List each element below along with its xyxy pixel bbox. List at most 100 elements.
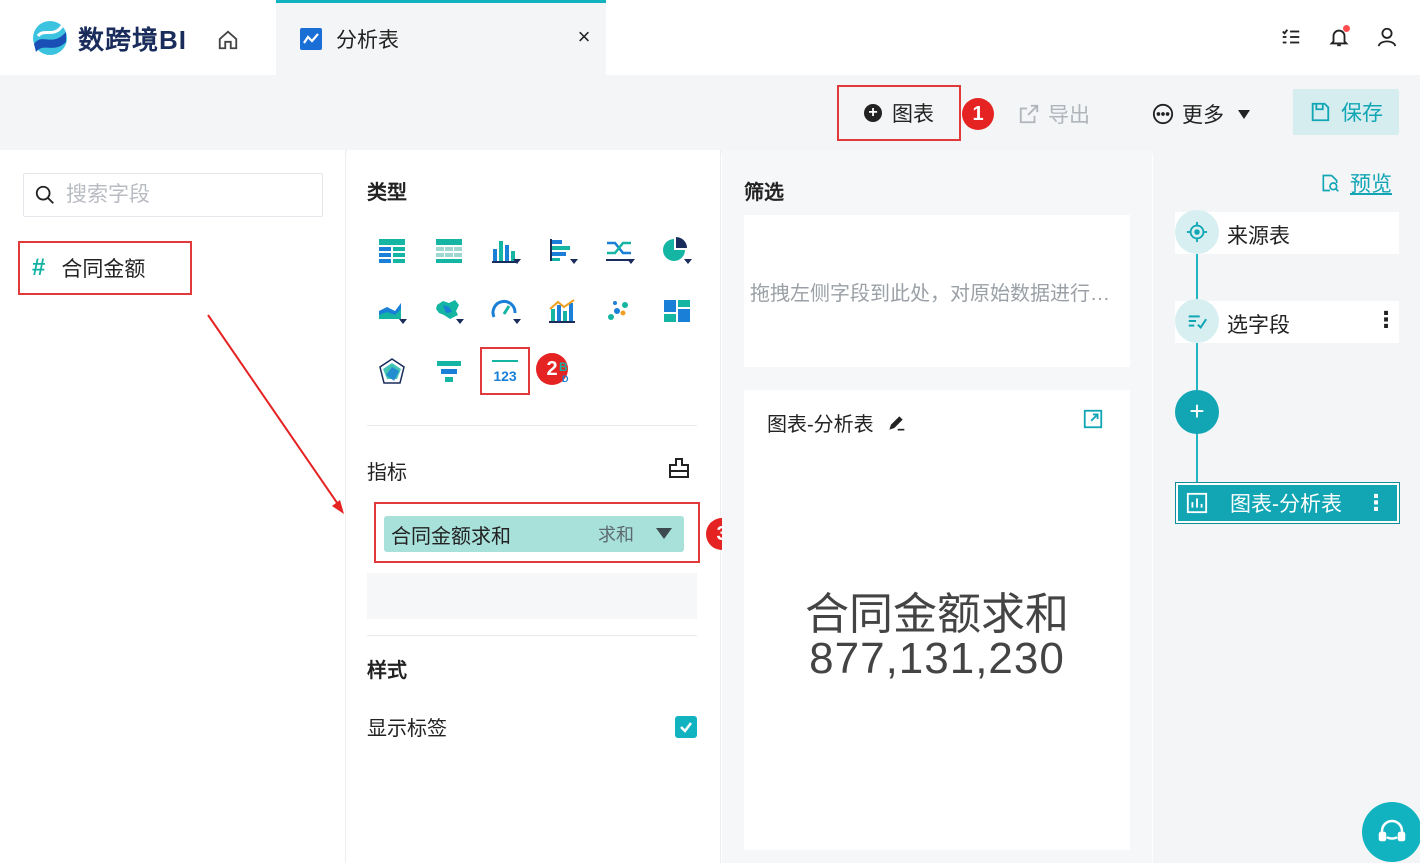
flow-connector [1196,232,1198,487]
selected-type-highlight [480,347,530,395]
show-label-row: 显示标签 [367,712,697,741]
filter-drop-zone[interactable]: 拖拽左侧字段到此处，对原始数据进行筛选 [744,215,1130,367]
svg-text:B: B [559,360,568,374]
bar-chart-icon [492,241,521,264]
word-cloud-type[interactable]: B D [553,354,573,390]
gauge-icon [491,299,521,324]
plus-circle-icon: + [864,104,882,122]
grouped-table-type[interactable] [431,233,467,269]
treemap-chart-type[interactable] [659,293,695,329]
node-chart-result[interactable]: 图表-分析表 ⋮ [1175,482,1400,524]
export-button[interactable]: 导出 [1018,99,1090,129]
customer-support-button[interactable] [1362,802,1420,862]
grouped-table-icon [436,239,462,263]
gauge-chart-type[interactable] [488,293,524,329]
field-label: 合同金额 [61,258,146,281]
bar-chart-icon [1186,492,1208,514]
pie-chart-icon [663,237,692,264]
flow-panel: 预览 来源表 选字段 ⋮ + 图表-分析表 ⋮ [1153,150,1420,863]
add-step-button[interactable]: + [1175,390,1219,434]
add-chart-label: 图表 [892,103,934,126]
area-chart-type[interactable] [374,293,410,329]
line-chart-icon [300,28,322,50]
area-chart-icon [379,303,407,324]
line-chart-type[interactable] [602,233,638,269]
metric-pill[interactable]: 合同金额求和 求和 [384,516,684,552]
kpi-value: 877,131,230 [809,634,1065,683]
bar-chart-type[interactable] [488,233,524,269]
export-icon [1019,104,1039,124]
metric-drop-zone[interactable]: 合同金额求和 求和 [374,502,700,563]
section-divider [367,635,697,636]
more-circle-icon [1152,103,1174,125]
metric-section-title: 指标 [367,462,407,484]
more-button[interactable]: 更多 [1152,99,1250,129]
scatter-chart-type[interactable] [602,293,638,329]
preview-link[interactable]: 预览 [1320,168,1392,198]
funnel-chart-type[interactable] [431,354,467,390]
export-label: 导出 [1048,104,1090,127]
pie-chart-type[interactable] [659,233,695,269]
aggregation-label: 求和 [598,525,634,545]
node-chart-more-button[interactable]: ⋮ [1365,490,1387,516]
metric-pill-label: 合同金额求和 [391,525,511,548]
home-icon [218,30,238,50]
tab-analysis-table[interactable]: 分析表 × [276,0,606,75]
node-source-circle [1175,210,1219,254]
style-section-title: 样式 [367,660,407,682]
notification-dot [1343,25,1350,32]
radar-icon [379,358,405,384]
search-icon [35,185,54,204]
save-icon [1311,102,1330,122]
horizontal-bar-icon [550,239,578,264]
field-search[interactable] [23,173,323,217]
node-select-circle [1175,299,1219,343]
step-badge-1: 1 [962,98,994,130]
metric-dropdown-icon[interactable] [656,528,672,539]
horizontal-bar-type[interactable] [545,233,581,269]
more-label: 更多 [1182,104,1224,127]
filter-section-title: 筛选 [744,182,784,204]
preview-icon [1322,174,1339,192]
detail-table-type[interactable] [374,233,410,269]
node-source-label: 来源表 [1227,225,1290,248]
node-select-more-button[interactable]: ⋮ [1375,307,1397,333]
map-icon [436,300,464,324]
add-chart-button[interactable]: + 图表 [837,85,961,141]
metric-empty-slot[interactable] [367,573,697,619]
chart-config-panel: 类型 123 2 B D 指标 合同金额求和 求和 样式 显示标签 [347,150,738,863]
combo-chart-type[interactable] [545,293,581,329]
save-button[interactable]: 保存 [1293,89,1399,135]
task-list-button[interactable] [1278,22,1304,52]
toolbar: + 图表 1 导出 更多 保存 [0,75,1420,150]
show-label-checkbox[interactable] [675,715,697,738]
app-logo[interactable]: 数跨境BI [30,18,187,58]
number-field-icon: # [32,254,46,281]
svg-text:D: D [562,374,569,384]
scatter-icon [608,301,628,320]
notification-button[interactable] [1326,22,1352,52]
node-chart-label: 图表-分析表 [1230,493,1342,516]
user-icon [1377,27,1397,47]
edit-title-icon[interactable] [886,413,906,433]
funnel-icon [437,361,461,382]
section-divider [367,425,697,426]
clear-metric-icon[interactable] [667,456,691,480]
expand-icon[interactable] [1082,408,1104,430]
home-button[interactable] [212,24,244,56]
word-cloud-icon: B D [559,360,569,384]
chart-title-text: 图表-分析表 [767,414,874,436]
node-select-label: 选字段 [1227,314,1290,337]
field-item-contract-amount[interactable]: # 合同金额 [18,241,192,295]
top-bar: 数跨境BI 分析表 × [0,0,1420,75]
crosshair-icon [1186,221,1208,243]
select-fields-icon [1188,315,1208,329]
treemap-icon [664,300,690,322]
tab-close-button[interactable]: × [572,25,596,49]
search-input[interactable] [66,183,306,207]
map-chart-type[interactable] [431,293,467,329]
radar-chart-type[interactable] [374,354,410,390]
filter-hint: 拖拽左侧字段到此处，对原始数据进行筛选 [750,282,1126,305]
user-button[interactable] [1374,22,1400,52]
headset-icon [1378,819,1406,842]
